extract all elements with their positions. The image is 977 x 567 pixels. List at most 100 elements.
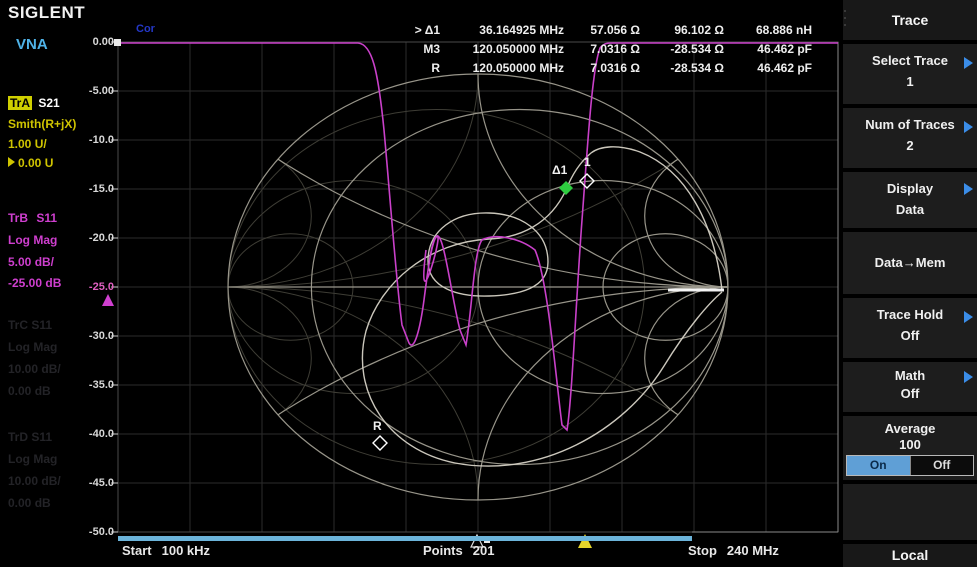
vna-screen: SIGLENT VNA Cor TrA S21 Smith(R+jX) 1.00… (0, 0, 977, 567)
marker-row-reactance: -28.534 Ω (670, 61, 724, 75)
num-of-traces-button[interactable]: Num of Traces 2 (843, 108, 977, 168)
marker-row-freq: 120.050000 MHz (472, 61, 564, 75)
toggle-on-option[interactable]: On (847, 456, 910, 475)
y-label-8: -40.0 (88, 428, 114, 440)
marker-row-resistance: 57.056 Ω (590, 23, 640, 37)
average-toggle: On Off (846, 455, 974, 476)
local-button[interactable]: Local (843, 544, 977, 567)
button-label: Select Trace (872, 53, 948, 68)
button-value: Off (900, 328, 920, 343)
trace-a-badge: TrA (8, 96, 33, 110)
trace-b-scale: 5.00 dB/ (8, 255, 55, 269)
correction-indicator: Cor (136, 23, 155, 35)
softkey-menu: Trace Select Trace 1 Num of Traces 2 Dis… (843, 0, 977, 567)
button-label: Display (886, 181, 934, 196)
submenu-arrow-icon (964, 121, 973, 133)
y-label-4: -20.0 (88, 232, 114, 244)
trace-c-ref: 0.00 dB (8, 384, 51, 398)
select-trace-button[interactable]: Select Trace 1 (843, 44, 977, 104)
trace-d-scale: 10.00 dB/ (8, 474, 61, 488)
marker-row-equiv: 68.886 nH (755, 23, 812, 37)
trace-c-scale: 10.00 dB/ (8, 362, 61, 376)
sweep-points: Points 201 (423, 543, 495, 558)
marker-row-reactance: -28.534 Ω (670, 42, 724, 56)
button-value: 2 (906, 138, 914, 153)
toggle-off-option[interactable]: Off (909, 456, 973, 475)
y-label-2: -10.0 (88, 134, 114, 146)
sweep-progress-bar (118, 536, 692, 541)
menu-title: Trace (843, 0, 977, 40)
button-label: Data→Mem (874, 255, 946, 270)
display-button[interactable]: Display Data (843, 172, 977, 228)
y-label-0: 0.00 (92, 36, 114, 48)
smith-graticule (227, 73, 729, 501)
ref-arrow-icon (8, 157, 15, 167)
trace-d-format: Log Mag (8, 452, 58, 466)
trace-start-square-icon (114, 39, 121, 46)
button-value: 100 (899, 437, 921, 452)
trace-b-title[interactable]: TrB S11 (8, 211, 57, 225)
data-to-mem-button[interactable]: Data→Mem (843, 232, 977, 294)
marker-row-freq: 120.050000 MHz (472, 42, 564, 56)
trace-d-ref: 0.00 dB (8, 496, 51, 510)
marker-1-label: 1 (584, 155, 591, 169)
trace-hold-button[interactable]: Trace Hold Off (843, 298, 977, 358)
marker-row-freq: 36.164925 MHz (479, 23, 564, 37)
marker-row-resistance: 7.0316 Ω (590, 61, 640, 75)
bezel-dot-icon (844, 10, 846, 12)
y-label-1: -5.00 (88, 85, 114, 97)
button-label: Num of Traces (865, 117, 955, 132)
trace-a-title[interactable]: TrA S21 (8, 96, 60, 110)
marker-row-equiv: 46.462 pF (757, 61, 812, 75)
siglent-logo: SIGLENT (8, 3, 86, 22)
y-label-7: -35.0 (88, 379, 114, 391)
blank-softkey-button[interactable] (843, 484, 977, 540)
trace-c-title: TrC S11 (8, 318, 53, 332)
marker-row-name: > Δ1 (414, 23, 440, 37)
smith-chart-plot (102, 39, 839, 548)
stop-frequency: Stop 240 MHz (688, 543, 779, 558)
trace-b-format: Log Mag (8, 233, 58, 247)
math-button[interactable]: Math Off (843, 362, 977, 412)
button-label: Math (894, 368, 926, 383)
marker-delta1-diamond[interactable] (559, 181, 573, 195)
marker-row-equiv: 46.462 pF (757, 42, 812, 56)
submenu-arrow-icon (964, 311, 973, 323)
y-label-6: -30.0 (88, 330, 114, 342)
trace-b-badge: TrB (8, 211, 29, 225)
y-label-3: -15.0 (88, 183, 114, 195)
marker-row-name: M3 (423, 42, 440, 56)
button-label: Trace Hold (876, 307, 944, 322)
ref-level-triangle-icon (102, 294, 114, 306)
mode-label: VNA (16, 36, 48, 53)
start-frequency: Start 100 kHz (122, 543, 211, 558)
trace-a-scale: 1.00 U/ (8, 137, 47, 151)
button-value: Off (900, 386, 920, 401)
marker-row-name: R (431, 61, 440, 75)
trace-b-ref: -25.00 dB (8, 276, 62, 290)
bezel-dot-icon (844, 24, 846, 26)
y-label-10: -50.0 (88, 526, 114, 538)
submenu-arrow-icon (964, 183, 973, 195)
smith-graticule-dim (228, 74, 728, 500)
y-label-ref: -25.0 (88, 281, 114, 293)
trace-c-format: Log Mag (8, 340, 58, 354)
marker-r-diamond[interactable] (372, 435, 388, 451)
submenu-arrow-icon (964, 57, 973, 69)
trace-a-format: Smith(R+jX) (8, 117, 77, 131)
marker-delta1-label: Δ1 (552, 163, 568, 177)
marker-readout: > Δ1 36.164925 MHz 57.056 Ω 96.102 Ω 68.… (400, 23, 812, 80)
marker-row-reactance: 96.102 Ω (674, 23, 724, 37)
average-button[interactable]: Average 100 On Off (843, 416, 977, 480)
trace-a-ref: 0.00 U (8, 156, 53, 170)
button-value: 1 (906, 74, 914, 89)
marker-r-label: R (373, 419, 382, 433)
y-label-9: -45.0 (88, 477, 114, 489)
bezel-dot-icon (844, 17, 846, 19)
button-value: Data (895, 202, 925, 217)
marker-row-resistance: 7.0316 Ω (590, 42, 640, 56)
trace-d-title: TrD S11 (8, 430, 53, 444)
trace-a-param: S21 (38, 96, 60, 110)
trace-b-param: S11 (36, 211, 58, 225)
submenu-arrow-icon (964, 371, 973, 383)
